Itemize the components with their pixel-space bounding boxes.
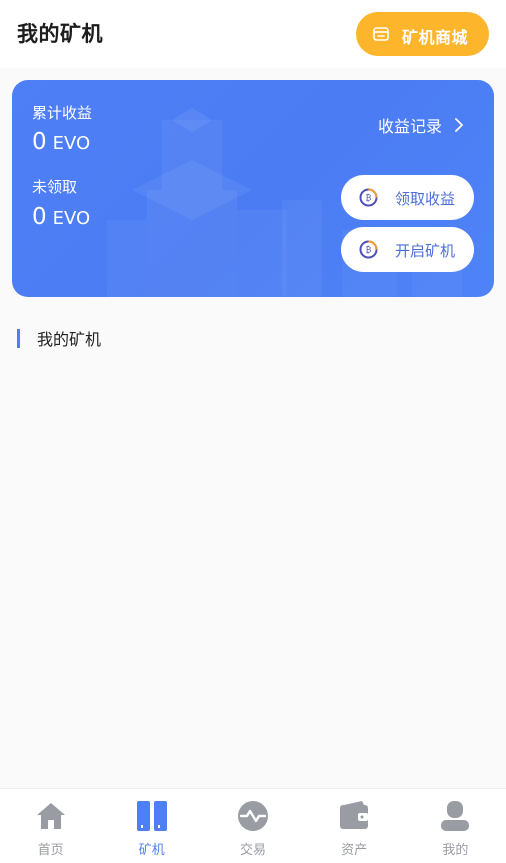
user-icon (441, 801, 470, 831)
bottom-nav: 首页 矿机 交易 资产 我的 (0, 788, 506, 863)
section-accent-bar (17, 328, 20, 348)
claim-earnings-label: 领取收益 (395, 190, 456, 208)
page-title: 我的矿机 (17, 22, 103, 46)
nav-label-mine: 我的 (442, 843, 469, 858)
page: 我的矿机 矿机商城 累计收益 0 EVO 未领取 0 EVO 收益记录 ₿ 领取… (0, 0, 506, 863)
nav-label-miner: 矿机 (138, 843, 165, 858)
unclaimed-value: 0 EVO (32, 204, 90, 230)
start-miner-label: 开启矿机 (395, 242, 456, 260)
chevron-right-icon (455, 118, 463, 132)
my-miners-section-title: 我的矿机 (37, 330, 102, 349)
nav-label-assets: 资产 (341, 843, 368, 858)
home-icon (36, 803, 65, 829)
coin-icon: ₿ (359, 240, 378, 259)
header: 我的矿机 矿机商城 (0, 0, 506, 68)
total-earnings-unit: EVO (52, 133, 91, 154)
nav-label-trade: 交易 (239, 843, 266, 858)
svg-text:₿: ₿ (366, 194, 372, 203)
earnings-records-label: 收益记录 (378, 117, 443, 136)
miner-shop-label: 矿机商城 (402, 28, 469, 47)
earnings-records-link[interactable]: 收益记录 (378, 113, 464, 137)
total-earnings-amount: 0 (32, 129, 47, 155)
nav-item-trade[interactable]: 交易 (202, 789, 303, 863)
miner-shop-button[interactable]: 矿机商城 (356, 12, 489, 56)
store-icon (373, 27, 389, 41)
earnings-card: 累计收益 0 EVO 未领取 0 EVO 收益记录 ₿ 领取收益 ₿ 开启矿机 (12, 80, 494, 297)
unclaimed-unit: EVO (52, 208, 91, 229)
nav-label-home: 首页 (37, 843, 64, 858)
my-miners-section-header: 我的矿机 (17, 328, 102, 349)
unclaimed-amount: 0 (32, 204, 47, 230)
nav-item-miner[interactable]: 矿机 (101, 789, 202, 863)
nav-item-assets[interactable]: 资产 (304, 789, 405, 863)
start-miner-button[interactable]: ₿ 开启矿机 (341, 227, 474, 272)
total-earnings-label: 累计收益 (32, 104, 93, 122)
claim-earnings-button[interactable]: ₿ 领取收益 (341, 175, 474, 220)
svg-text:₿: ₿ (366, 246, 372, 255)
miner-icon (136, 801, 167, 831)
nav-item-mine[interactable]: 我的 (405, 789, 506, 863)
wallet-icon (340, 801, 369, 829)
coin-icon: ₿ (359, 188, 378, 207)
total-earnings-value: 0 EVO (32, 129, 90, 155)
unclaimed-label: 未领取 (32, 178, 78, 196)
trade-icon (237, 801, 268, 831)
nav-item-home[interactable]: 首页 (0, 789, 101, 863)
